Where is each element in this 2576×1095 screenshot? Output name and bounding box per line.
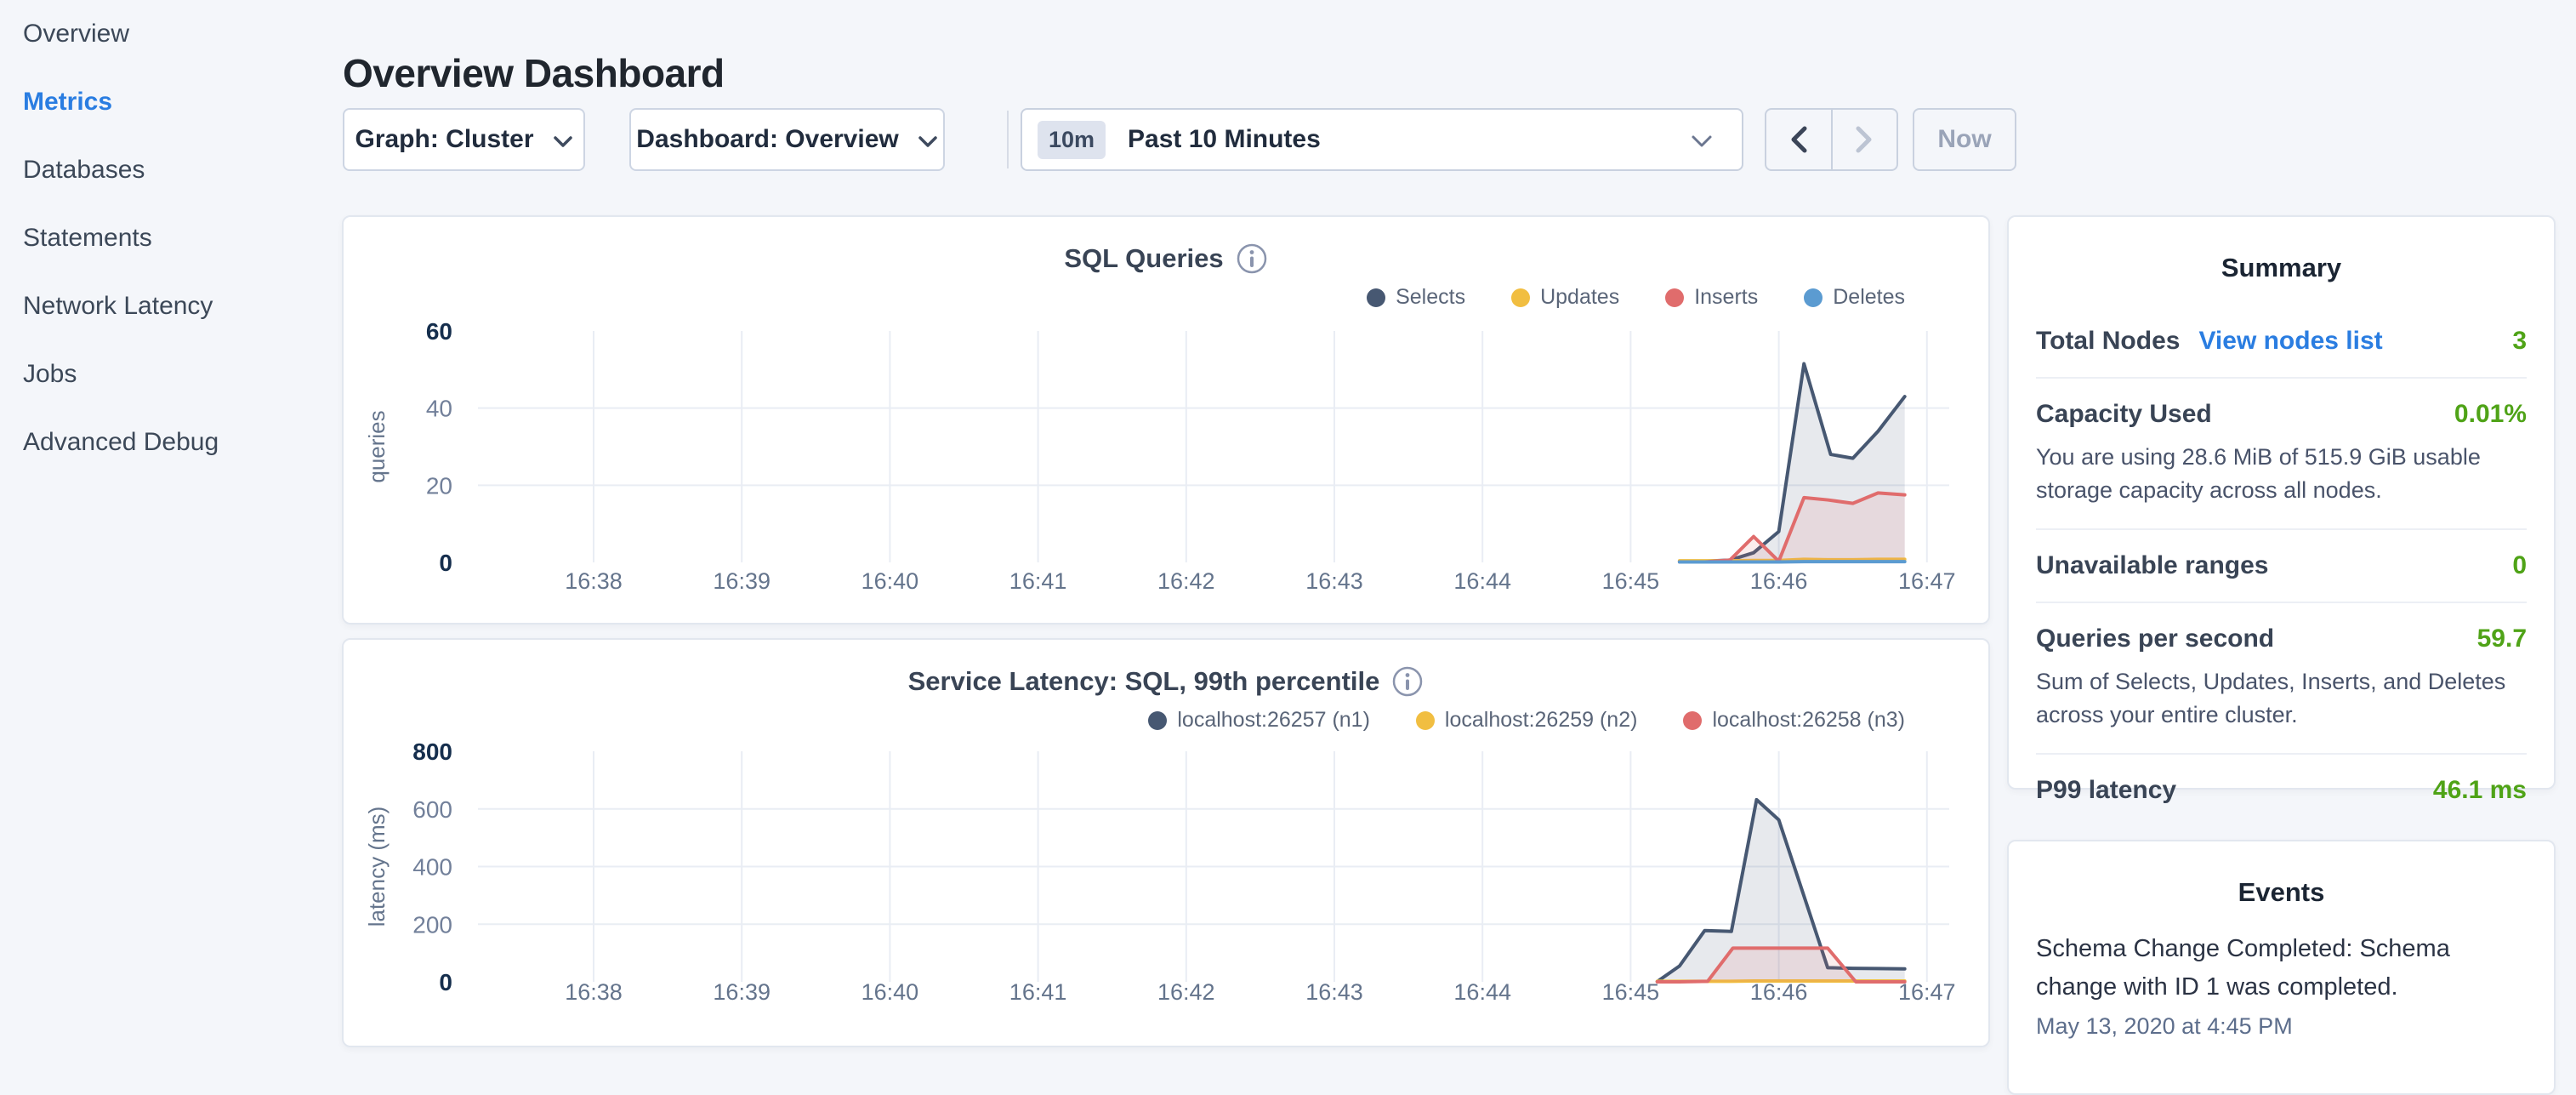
sidebar-item-overview[interactable]: Overview bbox=[0, 0, 332, 68]
sidebar: OverviewMetricsDatabasesStatementsNetwor… bbox=[0, 0, 332, 1052]
svg-text:16:39: 16:39 bbox=[713, 568, 771, 594]
time-prev-button[interactable] bbox=[1766, 110, 1833, 169]
svg-text:16:39: 16:39 bbox=[713, 979, 771, 1005]
summary-title: Summary bbox=[2009, 217, 2554, 283]
summary-row-label: Unavailable ranges bbox=[2036, 551, 2268, 580]
summary-row-label: Capacity Used bbox=[2036, 400, 2212, 429]
summary-row-value: 3 bbox=[2512, 327, 2527, 356]
service-latency-chart: 0 200 400 600 800 16:38 16:39 16:40 16:41 16:42 16… bbox=[344, 640, 1992, 1049]
view-nodes-list-link[interactable]: View nodes list bbox=[2198, 327, 2382, 356]
svg-text:800: 800 bbox=[412, 739, 452, 765]
dashboard-label: Dashboard: Overview bbox=[636, 125, 898, 154]
summary-row: P99 latency 46.1 ms bbox=[2036, 755, 2527, 826]
sql-queries-chart: 0 20 40 60 16:38 16:39 16:40 16:41 16:42 16:43 16:… bbox=[344, 217, 1992, 626]
controls-divider bbox=[1007, 111, 1009, 168]
sidebar-item-advanced-debug[interactable]: Advanced Debug bbox=[0, 408, 332, 476]
svg-text:16:38: 16:38 bbox=[565, 979, 623, 1005]
now-button[interactable]: Now bbox=[1913, 108, 2016, 171]
graph-scope-label: Graph: Cluster bbox=[355, 125, 533, 154]
svg-text:16:44: 16:44 bbox=[1453, 979, 1511, 1005]
service-latency-chart-card: Service Latency: SQL, 99th percentile lo… bbox=[342, 638, 1990, 1047]
sidebar-item-metrics[interactable]: Metrics bbox=[0, 68, 332, 136]
summary-row-label: Total Nodes bbox=[2036, 327, 2180, 356]
now-button-label: Now bbox=[1937, 125, 1991, 154]
summary-row: Capacity Used 0.01% You are using 28.6 MiB… bbox=[2036, 379, 2527, 530]
summary-row: Unavailable ranges 0 bbox=[2036, 530, 2527, 603]
events-list: Schema Change Completed: Schema change w… bbox=[2009, 908, 2554, 1040]
summary-row-value: 0 bbox=[2512, 551, 2527, 580]
events-panel: Events Schema Change Completed: Schema c… bbox=[2007, 840, 2556, 1095]
event-timestamp: May 13, 2020 at 4:45 PM bbox=[2036, 1013, 2527, 1040]
svg-text:16:41: 16:41 bbox=[1009, 568, 1067, 594]
chevron-right-icon bbox=[1855, 125, 1874, 154]
svg-text:0: 0 bbox=[439, 969, 452, 995]
sidebar-item-statements[interactable]: Statements bbox=[0, 204, 332, 272]
svg-text:16:45: 16:45 bbox=[1602, 979, 1660, 1005]
summary-row-label: P99 latency bbox=[2036, 776, 2176, 805]
svg-text:16:46: 16:46 bbox=[1750, 979, 1808, 1005]
svg-text:60: 60 bbox=[426, 318, 452, 345]
svg-text:16:47: 16:47 bbox=[1898, 979, 1956, 1005]
chevron-left-icon bbox=[1789, 125, 1808, 154]
svg-text:16:45: 16:45 bbox=[1602, 568, 1660, 594]
svg-text:16:40: 16:40 bbox=[862, 979, 919, 1005]
summary-row-value: 0.01% bbox=[2454, 400, 2527, 429]
sidebar-item-jobs[interactable]: Jobs bbox=[0, 340, 332, 408]
summary-row-value: 59.7 bbox=[2477, 624, 2527, 653]
time-range-selector[interactable]: 10m Past 10 Minutes bbox=[1021, 108, 1743, 171]
sidebar-item-network-latency[interactable]: Network Latency bbox=[0, 272, 332, 340]
svg-text:20: 20 bbox=[426, 472, 452, 499]
svg-text:16:42: 16:42 bbox=[1157, 568, 1215, 594]
svg-text:0: 0 bbox=[439, 550, 452, 576]
summary-panel: Summary Total Nodes View nodes list 3 Capac… bbox=[2007, 215, 2556, 790]
chevron-down-icon bbox=[553, 135, 573, 148]
svg-text:16:43: 16:43 bbox=[1305, 979, 1363, 1005]
svg-text:16:38: 16:38 bbox=[565, 568, 623, 594]
summary-row-subtext: Sum of Selects, Updates, Inserts, and De… bbox=[2036, 665, 2527, 732]
time-range-label: Past 10 Minutes bbox=[1128, 125, 1691, 154]
svg-text:16:44: 16:44 bbox=[1453, 568, 1511, 594]
time-range-badge: 10m bbox=[1038, 121, 1106, 159]
svg-text:40: 40 bbox=[426, 396, 452, 422]
svg-text:queries: queries bbox=[364, 410, 390, 482]
event-message: Schema Change Completed: Schema change w… bbox=[2036, 930, 2527, 1007]
summary-row: Total Nodes View nodes list 3 bbox=[2036, 305, 2527, 379]
svg-text:600: 600 bbox=[412, 796, 452, 823]
sql-queries-chart-card: SQL Queries SelectsUpdatesInsertsDeletes… bbox=[342, 215, 1990, 624]
summary-row-subtext: You are using 28.6 MiB of 515.9 GiB usab… bbox=[2036, 441, 2527, 507]
events-title: Events bbox=[2009, 841, 2554, 908]
svg-text:16:42: 16:42 bbox=[1157, 979, 1215, 1005]
summary-row-value: 46.1 ms bbox=[2433, 776, 2527, 805]
summary-row: Queries per second 59.7 Sum of Selects, Up… bbox=[2036, 603, 2527, 755]
chevron-down-icon bbox=[1691, 134, 1713, 148]
time-next-button[interactable] bbox=[1833, 110, 1897, 169]
chevron-down-icon bbox=[918, 135, 938, 148]
svg-text:16:47: 16:47 bbox=[1898, 568, 1956, 594]
svg-text:16:46: 16:46 bbox=[1750, 568, 1808, 594]
svg-text:16:40: 16:40 bbox=[862, 568, 919, 594]
dashboard-dropdown[interactable]: Dashboard: Overview bbox=[629, 108, 945, 171]
svg-text:16:43: 16:43 bbox=[1305, 568, 1363, 594]
svg-text:16:41: 16:41 bbox=[1009, 979, 1067, 1005]
page-title: Overview Dashboard bbox=[343, 50, 725, 96]
svg-text:400: 400 bbox=[412, 854, 452, 881]
summary-row-label: Queries per second bbox=[2036, 624, 2274, 653]
svg-text:latency (ms): latency (ms) bbox=[364, 807, 390, 927]
summary-rows: Total Nodes View nodes list 3 Capacity Used… bbox=[2009, 283, 2554, 826]
time-nav-arrows bbox=[1765, 108, 1898, 171]
svg-text:200: 200 bbox=[412, 911, 452, 938]
graph-scope-dropdown[interactable]: Graph: Cluster bbox=[343, 108, 585, 171]
sidebar-item-databases[interactable]: Databases bbox=[0, 136, 332, 204]
